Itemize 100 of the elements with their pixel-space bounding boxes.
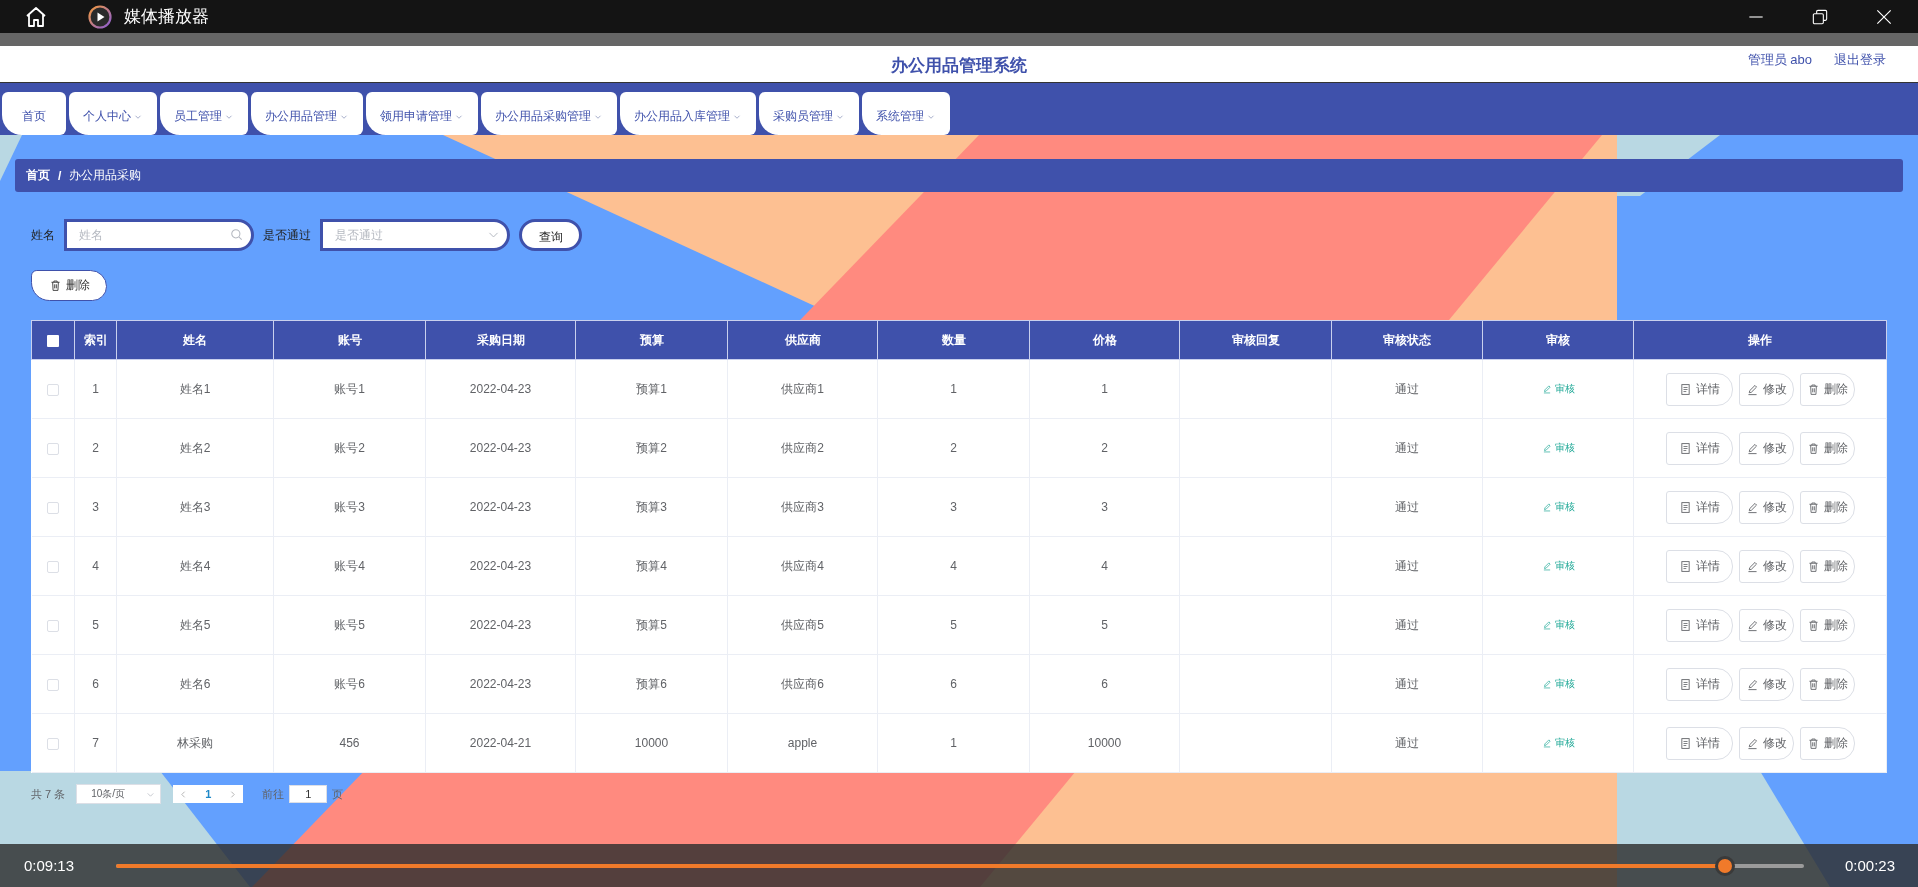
- select-field[interactable]: 是否通过: [320, 219, 510, 251]
- delete-button[interactable]: 删除: [1799, 490, 1855, 524]
- delete-button[interactable]: 删除: [1799, 608, 1855, 642]
- table-cell: 2022-04-23: [469, 559, 532, 573]
- row-checkbox[interactable]: [46, 501, 59, 514]
- nav-tab[interactable]: 首页: [2, 92, 66, 135]
- table-cell: 供应商4: [781, 558, 824, 573]
- breadcrumb-item: 办公用品采购: [69, 167, 142, 184]
- column-header: 账号: [273, 320, 426, 360]
- edit-button[interactable]: 修改: [1738, 549, 1794, 583]
- table-cell: 账号2: [334, 440, 365, 455]
- table-cell: 4: [92, 559, 99, 573]
- nav-tab[interactable]: 办公用品管理: [251, 92, 363, 135]
- query-button[interactable]: 查询: [519, 219, 582, 251]
- row-checkbox[interactable]: [46, 737, 59, 750]
- page-number[interactable]: 1: [205, 788, 212, 800]
- elapsed-time: 0:09:13: [24, 857, 76, 874]
- play-logo-icon: [88, 4, 112, 29]
- table-cell: 1: [92, 382, 99, 396]
- detail-button[interactable]: 详情: [1665, 726, 1733, 760]
- column-header: 审核状态: [1331, 320, 1483, 360]
- table-cell: 4: [1101, 559, 1108, 573]
- pencil-icon: [1541, 737, 1552, 748]
- table-cell: 姓名5: [179, 617, 211, 632]
- detail-button[interactable]: 详情: [1665, 549, 1733, 583]
- table-cell: 3: [92, 500, 99, 514]
- pencil-icon: [1541, 560, 1552, 571]
- detail-button[interactable]: 详情: [1665, 431, 1733, 465]
- nav-tab[interactable]: 个人中心: [69, 92, 157, 135]
- delete-button[interactable]: 删除: [1799, 667, 1855, 701]
- table-cell: 通过: [1395, 617, 1419, 632]
- table-cell: 账号1: [334, 381, 365, 396]
- delete-button[interactable]: 删除: [1799, 372, 1855, 406]
- column-header: 审核回复: [1179, 320, 1332, 360]
- table-cell: 2: [92, 441, 99, 455]
- logout-link[interactable]: 退出登录: [1834, 51, 1886, 69]
- row-checkbox[interactable]: [46, 560, 59, 573]
- nav-tab[interactable]: 员工管理: [160, 92, 248, 135]
- edit-button[interactable]: 修改: [1738, 431, 1794, 465]
- detail-button[interactable]: 详情: [1665, 667, 1733, 701]
- document-icon: [1678, 382, 1692, 396]
- edit-button[interactable]: 修改: [1738, 490, 1794, 524]
- document-icon: [1678, 677, 1692, 691]
- nav-tab[interactable]: 采购员管理: [759, 92, 859, 135]
- table-cell: 通过: [1395, 381, 1419, 396]
- table-cell: 通过: [1395, 558, 1419, 573]
- edit-button[interactable]: 修改: [1738, 608, 1794, 642]
- table-cell: 供应商3: [781, 499, 824, 514]
- remaining-time: 0:00:23: [1844, 857, 1895, 874]
- page-unit: 页: [332, 786, 344, 802]
- search-field[interactable]: 姓名: [64, 219, 254, 251]
- pencil-icon: [1745, 618, 1759, 632]
- pencil-icon: [1745, 736, 1759, 750]
- edit-button[interactable]: 修改: [1738, 667, 1794, 701]
- trash-icon: [1806, 559, 1820, 573]
- trash-icon: [1806, 677, 1820, 691]
- table-cell: 姓名1: [179, 381, 211, 396]
- nav-tab[interactable]: 系统管理: [862, 92, 950, 135]
- table-cell: 2022-04-23: [469, 382, 532, 396]
- table-cell: 2: [1101, 441, 1108, 455]
- table-cell: 预算4: [636, 558, 667, 573]
- row-checkbox[interactable]: [46, 678, 59, 691]
- row-checkbox[interactable]: [46, 442, 59, 455]
- page-input[interactable]: 1: [289, 785, 328, 803]
- row-checkbox[interactable]: [46, 383, 59, 396]
- column-header: 预算: [575, 320, 728, 360]
- table-cell: 3: [1101, 500, 1108, 514]
- delete-button[interactable]: 删除: [1799, 549, 1855, 583]
- pencil-icon: [1745, 382, 1759, 396]
- home-icon[interactable]: [24, 4, 48, 29]
- nav-tab[interactable]: 领用申请管理: [366, 92, 478, 135]
- table-cell: 姓名4: [179, 558, 211, 573]
- goto-label: 前往: [262, 786, 285, 802]
- detail-button[interactable]: 详情: [1665, 490, 1733, 524]
- table-cell: 1: [1101, 382, 1108, 396]
- table-cell: 账号5: [334, 617, 365, 632]
- trash-icon: [1806, 500, 1820, 514]
- delete-button[interactable]: 删除: [31, 270, 107, 301]
- column-header: 供应商: [727, 320, 878, 360]
- table-cell: 预算1: [636, 381, 667, 396]
- detail-button[interactable]: 详情: [1665, 372, 1733, 406]
- nav-tab[interactable]: 办公用品采购管理: [481, 92, 617, 135]
- edit-button[interactable]: 修改: [1738, 372, 1794, 406]
- trash-icon: [1806, 382, 1820, 396]
- delete-button[interactable]: 删除: [1799, 431, 1855, 465]
- table-cell: 2022-04-23: [469, 500, 532, 514]
- row-checkbox[interactable]: [46, 619, 59, 632]
- delete-button[interactable]: 删除: [1799, 726, 1855, 760]
- table-cell: 6: [950, 677, 957, 691]
- next-page-icon[interactable]: [228, 789, 238, 799]
- detail-button[interactable]: 详情: [1665, 608, 1733, 642]
- breadcrumb-item[interactable]: 首页: [26, 167, 50, 184]
- select-all-checkbox[interactable]: [47, 334, 59, 347]
- edit-button[interactable]: 修改: [1738, 726, 1794, 760]
- table-cell: 通过: [1395, 440, 1419, 455]
- nav-tab[interactable]: 办公用品入库管理: [620, 92, 756, 135]
- table-cell: 2022-04-21: [469, 736, 532, 750]
- pencil-icon: [1541, 619, 1552, 630]
- page-size-select[interactable]: 10条/页: [76, 784, 162, 804]
- progress-slider[interactable]: [116, 854, 1804, 877]
